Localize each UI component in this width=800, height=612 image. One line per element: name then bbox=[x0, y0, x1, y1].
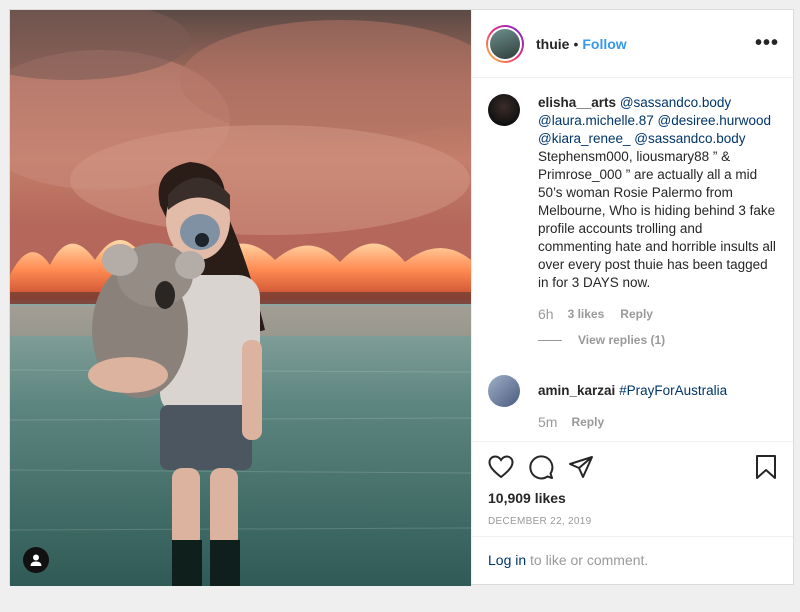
mention-link[interactable]: @desiree.hurwood bbox=[658, 113, 772, 128]
commenter-username[interactable]: amin_karzai bbox=[538, 383, 615, 398]
user-tag-button[interactable] bbox=[23, 547, 49, 573]
save-button[interactable] bbox=[755, 454, 777, 480]
story-ring[interactable] bbox=[486, 24, 524, 63]
avatar bbox=[488, 26, 522, 61]
login-prompt: Log in to like or comment. bbox=[472, 536, 793, 568]
comments-section[interactable]: elisha__arts @sassandco.body @laura.mich… bbox=[472, 78, 793, 441]
comment-meta: 5m Reply bbox=[538, 413, 777, 431]
likes-count[interactable]: 10,909 likes bbox=[488, 490, 777, 506]
commenter-username[interactable]: elisha__arts bbox=[538, 95, 616, 110]
bookmark-icon bbox=[756, 455, 776, 479]
comment-text: Stephensm000, liousmary88 ” & Primrose_0… bbox=[538, 149, 776, 290]
comment-time[interactable]: 5m bbox=[538, 413, 557, 431]
post-image bbox=[10, 10, 471, 586]
share-button[interactable] bbox=[568, 455, 594, 479]
like-button[interactable] bbox=[488, 455, 514, 479]
comment-button[interactable] bbox=[528, 454, 554, 480]
post-card: thuie • Follow ••• elisha__arts @sassand… bbox=[9, 9, 794, 586]
view-replies-button[interactable]: View replies (1) bbox=[538, 331, 777, 349]
comment: amin_karzai #PrayForAustralia 5m Reply bbox=[488, 375, 777, 431]
reply-button[interactable]: Reply bbox=[620, 305, 653, 323]
comment-likes[interactable]: 3 likes bbox=[568, 305, 605, 323]
post-photo[interactable] bbox=[10, 10, 471, 586]
user-icon bbox=[30, 554, 42, 566]
mention-link[interactable]: @sassandco.body bbox=[620, 95, 731, 110]
login-link[interactable]: Log in bbox=[488, 552, 526, 568]
share-icon bbox=[569, 456, 593, 478]
heart-icon bbox=[488, 455, 514, 479]
mention-link[interactable]: @kiara_renee_ bbox=[538, 131, 631, 146]
post-date[interactable]: DECEMBER 22, 2019 bbox=[488, 516, 777, 527]
follow-button[interactable]: Follow bbox=[582, 36, 626, 52]
comment: elisha__arts @sassandco.body @laura.mich… bbox=[488, 94, 777, 349]
post-sidebar: thuie • Follow ••• elisha__arts @sassand… bbox=[471, 10, 793, 584]
login-text: to like or comment. bbox=[526, 552, 649, 568]
commenter-avatar[interactable] bbox=[488, 94, 520, 126]
post-header: thuie • Follow ••• bbox=[472, 10, 793, 78]
commenter-avatar[interactable] bbox=[488, 375, 520, 407]
comment-time[interactable]: 6h bbox=[538, 305, 554, 323]
more-options-icon[interactable]: ••• bbox=[755, 32, 779, 55]
separator-dot: • bbox=[573, 35, 579, 52]
mention-link[interactable]: @laura.michelle.87 bbox=[538, 113, 654, 128]
author-username[interactable]: thuie bbox=[536, 36, 569, 52]
hashtag-link[interactable]: #PrayForAustralia bbox=[619, 383, 727, 398]
comment-meta: 6h 3 likes Reply bbox=[538, 305, 777, 323]
view-replies-line bbox=[538, 339, 562, 341]
reply-button[interactable]: Reply bbox=[571, 413, 604, 431]
action-bar: 10,909 likes DECEMBER 22, 2019 bbox=[472, 441, 793, 527]
comment-icon bbox=[529, 455, 554, 480]
mention-link[interactable]: @sassandco.body bbox=[634, 131, 745, 146]
view-replies-label: View replies (1) bbox=[578, 333, 666, 347]
